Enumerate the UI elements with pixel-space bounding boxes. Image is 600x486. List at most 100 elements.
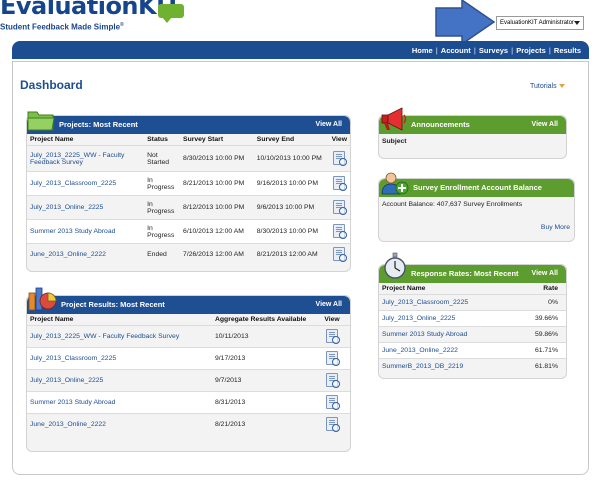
- user-selector-value: EvaluationKIT Administrator: [500, 20, 574, 26]
- result-link[interactable]: June_2013_Online_2222: [27, 414, 212, 436]
- nav-separator: |: [473, 45, 476, 55]
- view-report-icon[interactable]: [333, 150, 348, 166]
- response-rate: 61.71%: [534, 347, 558, 354]
- result-link[interactable]: July_2013_Classroom_2225: [27, 348, 212, 370]
- view-cell: [314, 348, 350, 370]
- nav-links: Home | Account | Surveys | Projects | Re…: [412, 41, 581, 59]
- view-report-icon[interactable]: [333, 175, 348, 191]
- result-link[interactable]: July_2013_Online_2225: [27, 370, 212, 392]
- tagline: Student Feedback Made Simple®: [0, 22, 124, 32]
- view-report-icon[interactable]: [333, 223, 348, 239]
- project-link[interactable]: Summer 2013 Study Abroad: [27, 220, 144, 244]
- response-rate: 59.86%: [534, 331, 558, 338]
- response-rate: 61.81%: [534, 363, 558, 371]
- project-link[interactable]: July_2013_2225_WW - Faculty Feedback Sur…: [27, 146, 144, 172]
- col-view: View: [324, 316, 340, 323]
- response-rate: 0%: [548, 299, 558, 306]
- view-report-icon[interactable]: [326, 372, 340, 388]
- response-project-link[interactable]: July_2013_Classroom_2225: [379, 295, 516, 311]
- response-project-link[interactable]: Summer 2013 Study Abroad: [379, 327, 516, 343]
- page-title: Dashboard: [20, 78, 83, 92]
- response-rates-view-all-link[interactable]: View All: [532, 270, 558, 277]
- view-cell: [329, 244, 350, 266]
- view-report-icon[interactable]: [326, 350, 340, 366]
- main-nav: Home | Account | Surveys | Projects | Re…: [12, 41, 589, 59]
- announcements-subject-header: Subject: [382, 138, 407, 145]
- view-report-icon[interactable]: [333, 199, 348, 215]
- results-panel-title: Project Results: Most Recent: [61, 300, 165, 309]
- survey-end: 9/6/2013 10:00 PM: [256, 204, 315, 211]
- col-project-name: Project Name: [30, 136, 74, 143]
- survey-start: 8/12/2013 10:00 PM: [183, 204, 245, 211]
- response-rate: 39.66%: [534, 315, 558, 322]
- result-date: 8/31/2013: [215, 399, 246, 406]
- nav-separator: |: [548, 45, 551, 55]
- megaphone-icon: [381, 107, 407, 131]
- view-cell: [314, 414, 350, 436]
- tutorials-menu[interactable]: Tutorials: [530, 83, 565, 90]
- tutorials-label: Tutorials: [530, 83, 557, 90]
- result-date: 8/21/2013: [215, 421, 246, 429]
- results-view-all-link[interactable]: View All: [316, 301, 342, 308]
- table-row: June_2013_Online_2222 8/21/2013: [27, 413, 350, 436]
- response-project-link[interactable]: SummerB_2013_DB_2219: [379, 359, 516, 375]
- result-date: 10/11/2013: [215, 333, 249, 340]
- result-date: 9/17/2013: [215, 355, 246, 362]
- project-link[interactable]: July_2013_Online_2225: [27, 196, 144, 220]
- status-text: Not Started: [147, 151, 170, 166]
- announcements-title: Announcements: [411, 120, 470, 129]
- view-cell: [314, 370, 350, 392]
- nav-surveys[interactable]: Surveys: [479, 46, 508, 55]
- project-link[interactable]: July_2013_Classroom_2225: [27, 172, 144, 196]
- table-row: July_2013_Online_2225 9/7/2013: [27, 369, 350, 392]
- view-cell: [329, 220, 350, 244]
- nav-home[interactable]: Home: [412, 46, 433, 55]
- nav-account[interactable]: Account: [441, 46, 471, 55]
- logo-text: EvaluationKIT: [0, 0, 181, 20]
- table-row: July_2013_Online_2225 In Progress 8/12/2…: [27, 195, 350, 220]
- view-report-icon[interactable]: [326, 328, 340, 344]
- results-panel-header: Project Results: Most Recent View All: [27, 296, 350, 314]
- col-project-name: Project Name: [382, 285, 426, 292]
- table-row: July_2013_2225_WW - Faculty Feedback Sur…: [27, 145, 350, 172]
- survey-end: 8/21/2013 12:00 AM: [256, 251, 318, 259]
- survey-start: 7/26/2013 12:00 AM: [183, 251, 244, 259]
- view-report-icon[interactable]: [326, 416, 340, 432]
- col-status: Status: [147, 136, 168, 143]
- view-report-icon[interactable]: [333, 246, 348, 262]
- nav-separator: |: [435, 45, 438, 55]
- nav-results[interactable]: Results: [554, 46, 581, 55]
- table-header: Project Name Aggregate Results Available…: [27, 314, 350, 326]
- results-panel: Project Results: Most Recent View All Pr…: [26, 295, 351, 452]
- view-report-icon[interactable]: [326, 394, 340, 410]
- survey-start: 8/21/2013 10:00 PM: [183, 180, 245, 187]
- logo[interactable]: EvaluationKIT: [0, 0, 181, 22]
- table-row: July_2013_2225_WW - Faculty Feedback Sur…: [27, 325, 350, 348]
- result-link[interactable]: Summer 2013 Study Abroad: [27, 392, 212, 414]
- col-rate: Rate: [543, 285, 558, 292]
- tagline-text: Student Feedback Made Simple: [0, 22, 121, 32]
- nav-projects[interactable]: Projects: [516, 46, 546, 55]
- response-rates-title: Response Rates: Most Recent: [411, 269, 519, 278]
- projects-view-all-link[interactable]: View All: [316, 121, 342, 128]
- table-row: June_2013_Online_2222 61.71%: [379, 342, 566, 359]
- results-table: Project Name Aggregate Results Available…: [27, 314, 350, 436]
- chevron-down-icon: [574, 21, 580, 25]
- response-project-link[interactable]: June_2013_Online_2222: [379, 343, 516, 359]
- buy-more-link[interactable]: Buy More: [541, 224, 570, 231]
- status-text: In Progress: [147, 224, 175, 239]
- table-row: July_2013_Online_2225 39.66%: [379, 310, 566, 327]
- status-text: Ended: [147, 251, 167, 259]
- user-add-icon: [381, 172, 409, 195]
- user-selector[interactable]: EvaluationKIT Administrator: [496, 16, 584, 30]
- table-row: Summer 2013 Study Abroad 8/31/2013: [27, 391, 350, 414]
- announcements-view-all-link[interactable]: View All: [532, 121, 558, 128]
- project-link[interactable]: June_2013_Online_2222: [27, 244, 144, 266]
- table-row: June_2013_Online_2222 Ended 7/26/2013 12…: [27, 243, 350, 266]
- result-link[interactable]: July_2013_2225_WW - Faculty Feedback Sur…: [27, 326, 212, 348]
- table-header: Project Name Rate: [379, 283, 566, 295]
- projects-panel-header: Projects: Most Recent View All: [27, 116, 350, 134]
- account-balance-text: Account Balance: 407,637 Survey Enrollme…: [382, 201, 523, 208]
- folder-icon: [27, 111, 55, 131]
- response-project-link[interactable]: July_2013_Online_2225: [379, 311, 516, 327]
